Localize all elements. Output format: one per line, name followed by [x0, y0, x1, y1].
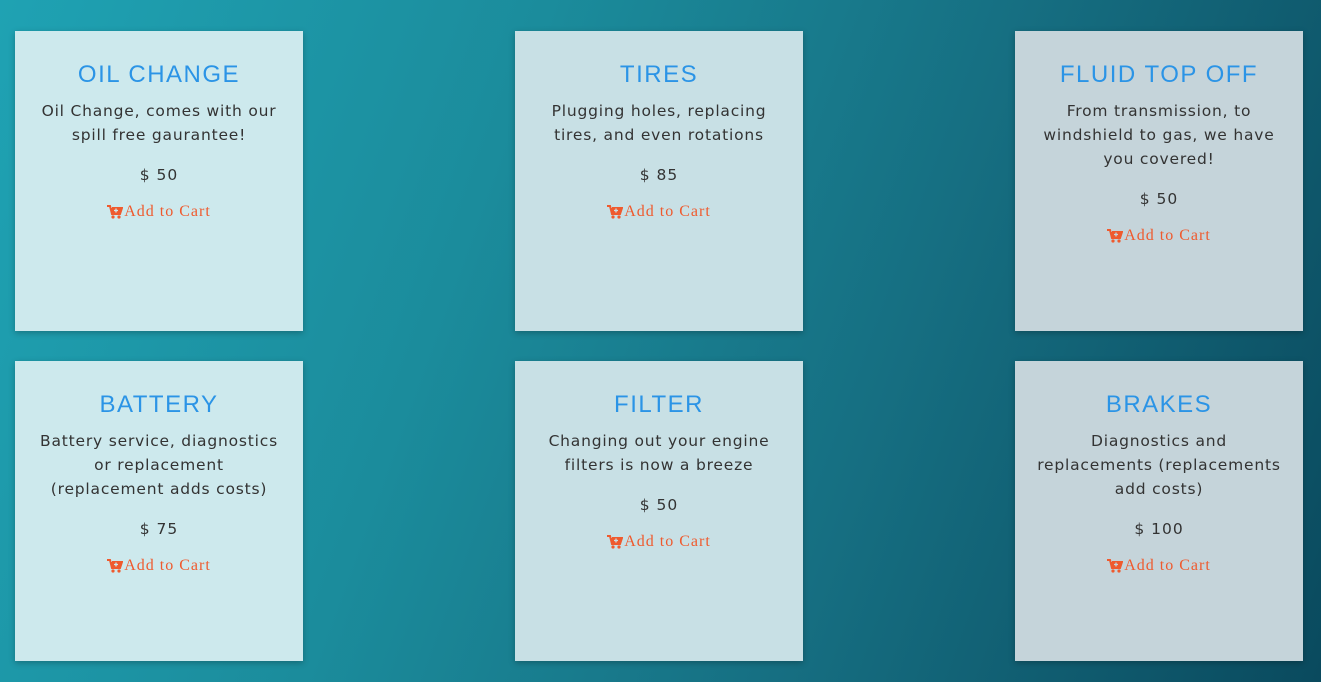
card-description: Diagnostics and replacements (replacemen…: [1037, 432, 1281, 498]
add-to-cart-label: Add to Cart: [624, 203, 711, 220]
cart-plus-icon: [1107, 229, 1124, 243]
add-to-cart-label: Add to Cart: [124, 557, 211, 574]
card-description: Changing out your engine filters is now …: [548, 432, 770, 474]
card-price: $ 50: [139, 166, 179, 184]
add-to-cart-button[interactable]: Add to Cart: [107, 557, 211, 575]
card-description: Plugging holes, replacing tires, and eve…: [551, 102, 767, 144]
card-title: BATTERY: [99, 391, 219, 418]
card-description: Oil Change, comes with our spill free ga…: [41, 102, 277, 144]
card-title: TIRES: [619, 61, 699, 88]
product-card-battery: BATTERY Battery service, diagnostics or …: [15, 361, 303, 661]
card-price: $ 75: [139, 520, 179, 538]
add-to-cart-label: Add to Cart: [624, 533, 711, 550]
add-to-cart-label: Add to Cart: [1124, 227, 1211, 244]
cart-plus-icon: [107, 559, 124, 573]
add-to-cart-button[interactable]: Add to Cart: [607, 203, 711, 221]
cart-plus-icon: [1107, 559, 1124, 573]
card-title: FILTER: [614, 391, 704, 418]
product-card-tires: TIRES Plugging holes, replacing tires, a…: [515, 31, 803, 331]
card-price: $ 85: [639, 166, 679, 184]
card-price: $ 50: [1139, 190, 1179, 208]
add-to-cart-button[interactable]: Add to Cart: [107, 203, 211, 221]
card-price: $ 50: [639, 496, 679, 514]
add-to-cart-label: Add to Cart: [124, 203, 211, 220]
cart-plus-icon: [107, 205, 124, 219]
product-card-fluid-top-off: FLUID TOP OFF From transmission, to wind…: [1015, 31, 1303, 331]
card-price: $ 100: [1134, 520, 1184, 538]
add-to-cart-button[interactable]: Add to Cart: [1107, 227, 1211, 245]
card-description: From transmission, to windshield to gas,…: [1043, 102, 1275, 168]
add-to-cart-button[interactable]: Add to Cart: [607, 533, 711, 551]
product-card-oil-change: OIL CHANGE Oil Change, comes with our sp…: [15, 31, 303, 331]
cart-plus-icon: [607, 535, 624, 549]
cart-plus-icon: [607, 205, 624, 219]
add-to-cart-label: Add to Cart: [1124, 557, 1211, 574]
product-card-brakes: BRAKES Diagnostics and replacements (rep…: [1015, 361, 1303, 661]
card-description: Battery service, diagnostics or replacem…: [40, 432, 278, 498]
product-card-filter: FILTER Changing out your engine filters …: [515, 361, 803, 661]
card-title: OIL CHANGE: [77, 61, 241, 88]
card-title: FLUID TOP OFF: [1059, 61, 1259, 88]
card-title: BRAKES: [1105, 391, 1213, 418]
add-to-cart-button[interactable]: Add to Cart: [1107, 557, 1211, 575]
